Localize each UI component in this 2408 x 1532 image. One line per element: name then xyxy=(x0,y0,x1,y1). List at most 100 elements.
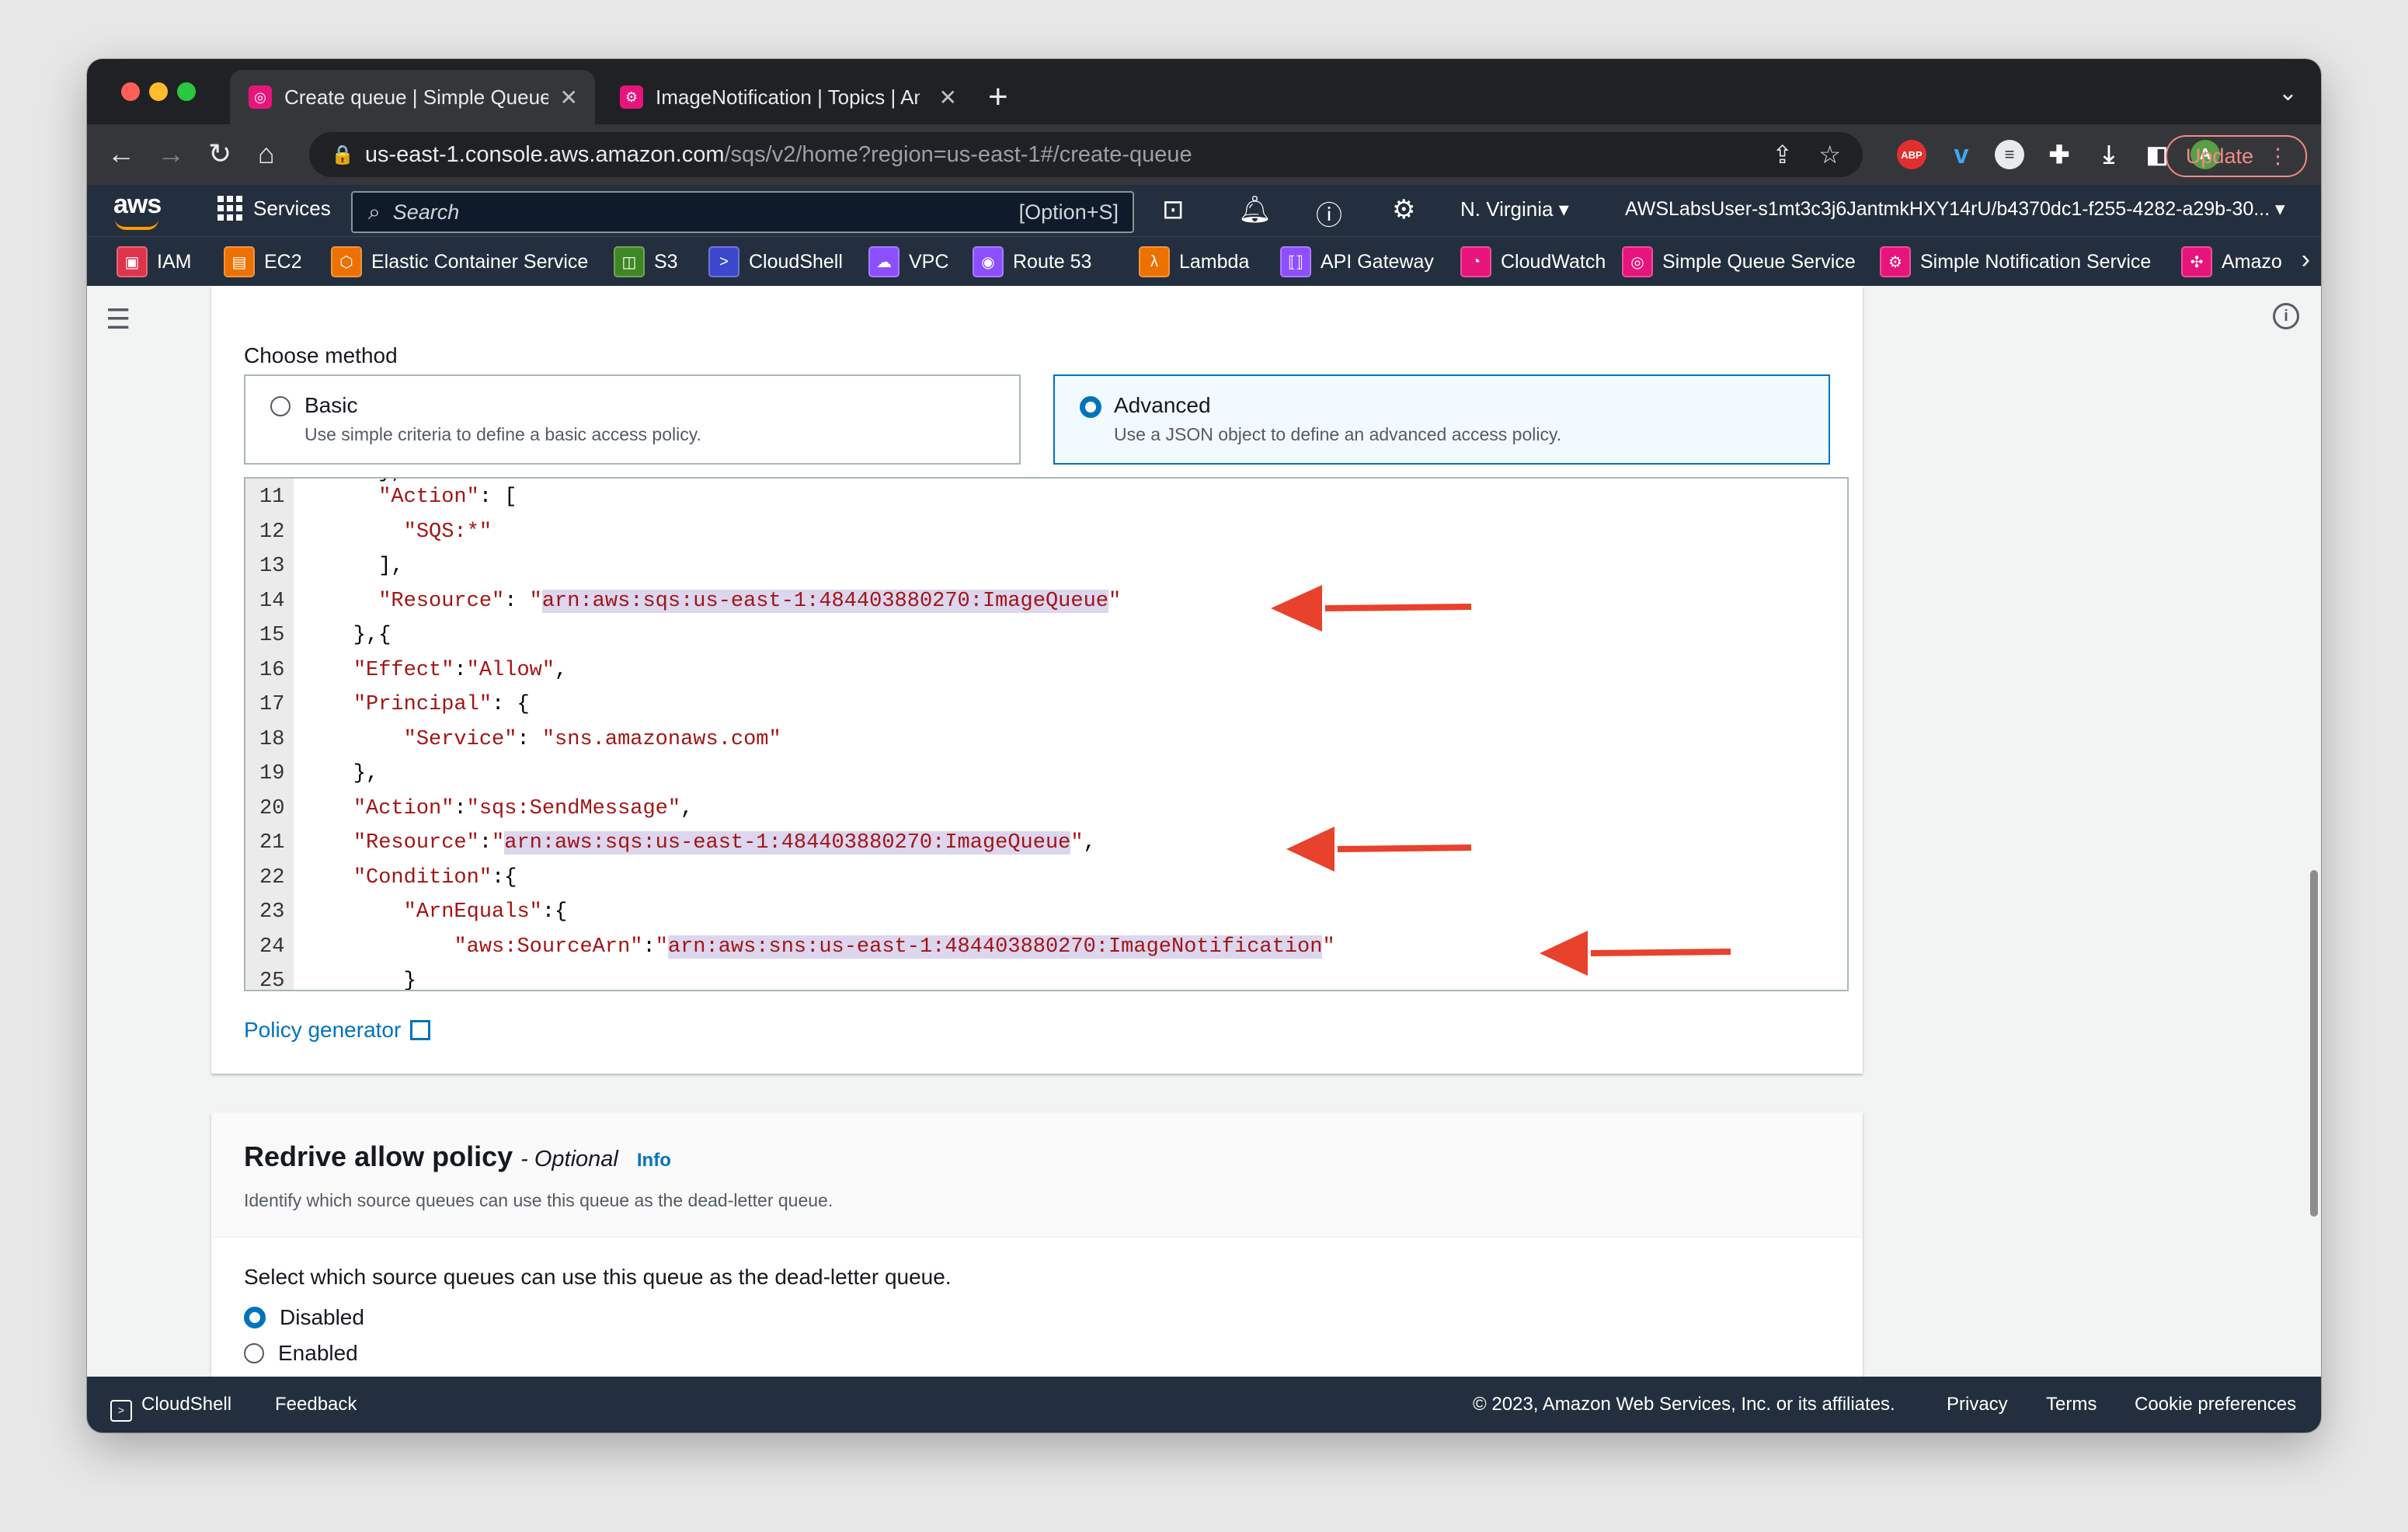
fav-lambda[interactable]: λ Lambda xyxy=(1139,246,1249,277)
favorites-bar: ▣ IAM ▤ EC2 ⬡ Elastic Container Service ◫ S3… xyxy=(87,236,2321,287)
chevron-right-icon[interactable]: › xyxy=(2302,245,2310,275)
grid-icon xyxy=(217,196,242,221)
code-line: 21 "Resource":"arn:aws:sqs:us-east-1:484… xyxy=(259,831,1096,855)
external-link-icon xyxy=(410,1020,431,1040)
tab-create-queue[interactable]: ◎ Create queue | Simple Queue Service ✕ xyxy=(230,70,595,124)
code-line: 11 "Action": [ xyxy=(259,486,517,509)
terms-link[interactable]: Terms xyxy=(2046,1394,2097,1415)
copyright-text: © 2023, Amazon Web Services, Inc. or its… xyxy=(1473,1394,1895,1415)
puzzle-icon[interactable]: ✚ xyxy=(2044,140,2074,169)
menu-icon[interactable]: ☰ xyxy=(106,303,130,336)
fav-cloudwatch[interactable]: ◔ CloudWatch xyxy=(1460,246,1606,277)
cloudshell-icon[interactable]: ⊡ xyxy=(1162,194,1185,225)
extension-e-icon[interactable]: ≡ xyxy=(1995,140,2024,169)
fav-vpc[interactable]: ☁ VPC xyxy=(868,246,948,277)
code-line: 18 "Service": "sns.amazonaws.com" xyxy=(259,727,781,751)
access-policy-panel: Choose method Basic Use simple criteria … xyxy=(211,286,1863,1074)
fav-amazon[interactable]: ✣Amazon xyxy=(2181,246,2282,277)
services-menu-button[interactable]: Services xyxy=(217,196,331,221)
cloudshell-icon: > xyxy=(110,1400,132,1422)
maximize-window-button[interactable] xyxy=(177,82,196,101)
code-line: 13 ], xyxy=(259,555,404,578)
lambda-icon: λ xyxy=(1139,246,1170,277)
scrollbar[interactable] xyxy=(2310,870,2318,1217)
close-window-button[interactable] xyxy=(121,82,140,101)
fav-iam[interactable]: ▣ IAM xyxy=(117,246,191,277)
radio-button[interactable] xyxy=(244,1343,264,1363)
update-button[interactable]: Update ⋮ xyxy=(2165,135,2307,177)
close-tab-icon[interactable]: ✕ xyxy=(560,85,578,110)
privacy-link[interactable]: Privacy xyxy=(1947,1394,2008,1415)
gear-icon[interactable]: ⚙ xyxy=(1392,194,1415,225)
footer-feedback-button[interactable]: Feedback xyxy=(275,1394,357,1415)
code-line: 12 "SQS:*" xyxy=(259,520,492,544)
fav-ecs[interactable]: ⬡ Elastic Container Service xyxy=(331,246,588,277)
console-footer: > CloudShell Feedback © 2023, Amazon Web … xyxy=(87,1377,2321,1433)
new-tab-icon[interactable]: + xyxy=(988,78,1008,117)
radio-button[interactable] xyxy=(244,1307,266,1328)
adblock-icon[interactable]: ABP xyxy=(1897,140,1926,169)
tab-image-notification[interactable]: ⚙ ImageNotification | Topics | Amazon SN… xyxy=(601,70,974,124)
s3-icon: ◫ xyxy=(614,246,645,277)
policy-generator-link[interactable]: Policy generator xyxy=(244,1018,431,1043)
red-arrow-2 xyxy=(1286,827,1472,872)
vimeo-icon[interactable]: v xyxy=(1947,140,1976,169)
code-line: 19 }, xyxy=(259,762,379,785)
aws-logo[interactable]: aws xyxy=(113,190,162,220)
account-menu[interactable]: AWSLabsUser-s1mt3c3j6JantmkHXY14rU/b4370… xyxy=(1625,197,2301,221)
json-policy-editor[interactable]: 10 },11 "Action": [12 "SQS:*"13 ],14 "Re… xyxy=(244,477,1849,991)
code-line: 14 "Resource": "arn:aws:sqs:us-east-1:48… xyxy=(259,589,1122,613)
search-input[interactable]: ⌕ Search [Option+S] xyxy=(351,191,1134,233)
ecs-icon: ⬡ xyxy=(331,246,362,277)
sqs-favicon-icon: ◎ xyxy=(249,85,272,109)
main-content: ☰ i Choose method Basic Use simple crite… xyxy=(87,286,2321,1423)
chevron-down-icon[interactable]: ⌄ xyxy=(2278,79,2298,106)
code-line: 16 "Effect":"Allow", xyxy=(259,658,568,682)
fav-api-gateway[interactable]: ⟦⟧ API Gateway xyxy=(1280,246,1434,277)
bell-icon[interactable]: 🔔︎ xyxy=(1238,194,1272,225)
footer-cloudshell-button[interactable]: > CloudShell xyxy=(110,1394,231,1422)
address-bar[interactable]: 🔒 us-east-1.console.aws.amazon.com/sqs/v… xyxy=(309,132,1863,177)
method-basic-option[interactable]: Basic Use simple criteria to define a ba… xyxy=(244,374,1021,465)
reload-icon[interactable]: ↻ xyxy=(208,138,231,169)
home-icon[interactable]: ⌂ xyxy=(258,138,275,169)
lock-icon: 🔒 xyxy=(331,144,354,165)
forward-arrow-icon[interactable]: → xyxy=(157,138,185,169)
bookmark-star-icon[interactable]: ☆ xyxy=(1818,140,1841,169)
share-icon[interactable]: ⇪ xyxy=(1772,140,1793,169)
highlighted-arn: arn:aws:sns:us-east-1:484403880270:Image… xyxy=(667,935,1323,959)
fav-sns[interactable]: ⚙ Simple Notification Service xyxy=(1880,246,2151,277)
fav-cloudshell[interactable]: > CloudShell xyxy=(708,246,843,277)
info-link[interactable]: Info xyxy=(637,1150,671,1171)
iam-icon: ▣ xyxy=(117,246,148,277)
tab-title: ImageNotification | Topics | Amazon SNS xyxy=(656,85,920,109)
code-line: 23 "ArnEquals":{ xyxy=(259,900,568,924)
cookie-preferences-link[interactable]: Cookie preferences xyxy=(2135,1394,2296,1415)
fav-s3[interactable]: ◫ S3 xyxy=(614,246,678,277)
kebab-menu-icon[interactable]: ⋮ xyxy=(2267,144,2288,169)
redrive-title: Redrive allow policy - Optional Info xyxy=(244,1140,671,1172)
close-tab-icon[interactable]: ✕ xyxy=(939,85,957,110)
info-icon[interactable]: i xyxy=(2273,303,2299,329)
radio-advanced[interactable] xyxy=(1080,396,1101,418)
method-advanced-option[interactable]: Advanced Use a JSON object to define an … xyxy=(1053,374,1830,465)
highlighted-arn: arn:aws:sqs:us-east-1:484403880270:Image… xyxy=(504,831,1071,855)
cloudshell-icon: > xyxy=(708,246,739,277)
radio-enabled[interactable]: Enabled xyxy=(244,1341,358,1366)
region-selector[interactable]: N. Virginia ▾ xyxy=(1460,197,1569,221)
fav-sqs[interactable]: ◎ Simple Queue Service xyxy=(1622,246,1856,277)
redrive-description: Identify which source queues can use thi… xyxy=(244,1190,833,1210)
aws-top-nav: aws Services ⌕ Search [Option+S] ⊡ 🔔︎ ⓘ … xyxy=(87,185,2321,236)
fav-ec2[interactable]: ▤ EC2 xyxy=(224,246,302,277)
radio-disabled[interactable]: Disabled xyxy=(244,1305,364,1330)
fav-route53[interactable]: ◉ Route 53 xyxy=(973,246,1091,277)
help-icon[interactable]: ⓘ xyxy=(1316,194,1342,232)
red-arrow-3 xyxy=(1540,931,1731,976)
radio-basic[interactable] xyxy=(270,396,291,416)
download-icon[interactable]: ⤓ xyxy=(2094,140,2124,169)
redrive-question: Select which source queues can use this … xyxy=(244,1265,952,1289)
minimize-window-button[interactable] xyxy=(149,82,168,101)
search-icon: ⌕ xyxy=(368,199,381,224)
code-line: 20 "Action":"sqs:SendMessage", xyxy=(259,796,694,820)
back-arrow-icon[interactable]: ← xyxy=(107,138,135,169)
